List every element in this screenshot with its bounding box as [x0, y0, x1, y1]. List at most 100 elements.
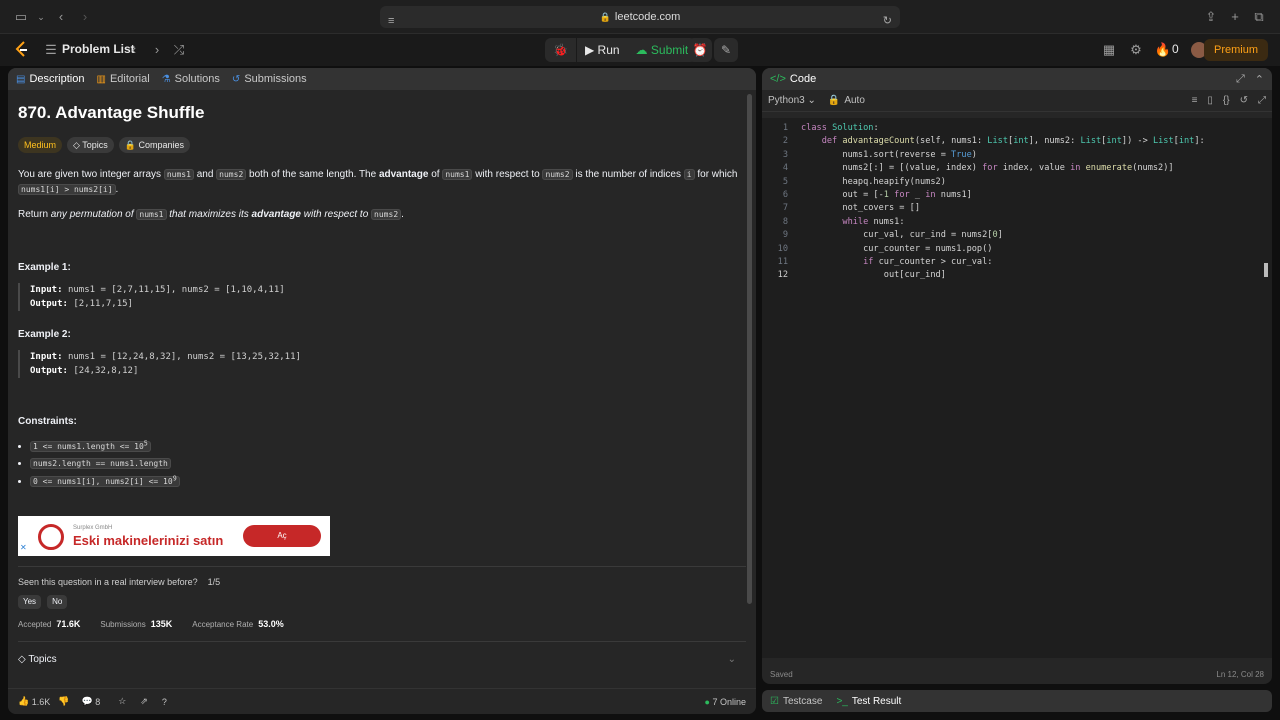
line-number: 6 — [782, 190, 788, 200]
reset-icon[interactable]: ↺ — [1240, 95, 1248, 106]
chevron-down-icon[interactable]: ⌄ — [32, 8, 50, 26]
ad-title: Eski makinelerinizi satın — [73, 533, 224, 549]
test-tabs: ☑ Testcase >_ Test Result — [762, 690, 1272, 712]
editor-scrollbar[interactable] — [1264, 263, 1268, 277]
bookmark-icon[interactable]: ▯ — [1207, 95, 1213, 106]
next-problem-icon[interactable]: › — [148, 41, 166, 59]
shuffle-icon[interactable]: ⤮ — [170, 41, 188, 59]
leetcode-logo-icon[interactable] — [14, 41, 30, 59]
tag-icon: ◇ — [18, 654, 26, 666]
line-number: 10 — [777, 243, 788, 254]
language-select[interactable]: Python3 ⌄ — [768, 95, 816, 106]
no-button[interactable]: No — [47, 595, 68, 610]
streak-count: 0 — [1172, 42, 1179, 56]
line-number: 5 — [782, 176, 788, 187]
problem-title: 870. Advantage Shuffle — [18, 103, 205, 122]
list-item: 1 <= nums1.length <= 105 — [30, 439, 746, 452]
timer-icon[interactable]: ⏰ — [688, 38, 712, 62]
gear-icon[interactable]: ⚙ — [1127, 41, 1145, 59]
yes-button[interactable]: Yes — [18, 595, 42, 610]
code-text: not_covers = [] — [801, 203, 920, 214]
topics-tag[interactable]: ◇ Topics — [67, 137, 114, 153]
code-text: heapq.heapify(nums2) — [801, 176, 946, 187]
collapse-icon[interactable]: ⌃ — [1255, 73, 1264, 86]
like-icon[interactable]: 👍 — [18, 696, 29, 707]
problem-list-link[interactable]: Problem List — [62, 42, 135, 56]
list-icon[interactable]: ☰ — [42, 41, 60, 59]
line-number: 11 — [777, 257, 788, 267]
code-line[interactable]: 6 out = [-1 for _ in nums1] — [762, 189, 972, 202]
comment-icon[interactable]: 💬 — [81, 696, 92, 707]
ad-close-icon[interactable]: ✕ — [20, 543, 27, 552]
back-icon[interactable]: ‹ — [52, 8, 70, 26]
tab-solutions[interactable]: ⚗ Solutions — [162, 73, 220, 85]
reload-icon[interactable]: ↻ — [883, 10, 892, 32]
code-text: out = [-1 for _ in nums1] — [801, 190, 972, 200]
tabs-overview-icon[interactable]: ⧉ — [1250, 8, 1268, 26]
code-text: if cur_counter > cur_val: — [863, 257, 993, 267]
tab-code[interactable]: Code — [790, 73, 816, 85]
share-icon[interactable]: ⇗ — [140, 696, 148, 707]
code-line[interactable]: 12 out[cur_ind] — [762, 269, 946, 282]
advertisement[interactable]: Surplex GmbH Eski makinelerinizi satın A… — [18, 516, 330, 557]
code-line[interactable]: 1 class Solution: — [762, 122, 879, 135]
dislike-icon[interactable]: 👎 — [58, 696, 69, 707]
maximize-icon[interactable]: ⤢ — [1236, 73, 1245, 86]
code-line[interactable]: 7 not_covers = [] — [762, 202, 920, 215]
tab-testcase[interactable]: Testcase — [783, 696, 822, 707]
tab-submissions[interactable]: ↺ Submissions — [232, 73, 307, 85]
share-icon[interactable]: ⇪ — [1202, 8, 1220, 26]
companies-tag[interactable]: 🔒 Companies — [118, 137, 191, 153]
star-icon[interactable]: ☆ — [118, 696, 126, 707]
line-number: 2 — [782, 136, 788, 147]
top-nav: ☰ Problem List ‹ › ⤮ 🐞 ▶ Run ☁ Submit ⏰ … — [0, 34, 1280, 66]
format-icon[interactable]: ≡ — [1192, 95, 1198, 106]
code-editor[interactable]: 1 class Solution: 2 def advantageCount(sel… — [762, 118, 1272, 658]
topics-accordion[interactable]: ◇ Topics ⌄ — [18, 641, 746, 665]
line-number: 7 — [782, 203, 788, 214]
run-button[interactable]: ▶ Run — [577, 38, 628, 62]
list-item: 0 <= nums1[i], nums2[i] <= 109 — [30, 475, 746, 488]
line-number: 8 — [782, 216, 788, 227]
code-line[interactable]: 2 def advantageCount(self, nums1: List[i… — [762, 135, 1205, 148]
tab-test-result[interactable]: Test Result — [852, 696, 901, 707]
braces-icon[interactable]: {} — [1223, 95, 1230, 106]
notes-icon[interactable]: ✎ — [714, 38, 738, 62]
code-line[interactable]: 5 heapq.heapify(nums2) — [762, 176, 946, 189]
prev-problem-icon[interactable]: ‹ — [125, 41, 143, 59]
code-text: class Solution: — [801, 123, 879, 133]
ad-button[interactable]: Aç — [243, 525, 321, 548]
forward-icon[interactable]: › — [76, 8, 94, 26]
code-line[interactable]: 10 cur_counter = nums1.pop() — [762, 243, 993, 256]
code-line[interactable]: 8 while nums1: — [762, 216, 905, 229]
code-line[interactable]: 4 nums2[:] = [(value, index) for index, … — [762, 162, 1174, 175]
cloud-upload-icon: ☁ — [635, 43, 648, 57]
new-tab-icon[interactable]: + — [1226, 8, 1244, 26]
premium-button[interactable]: Premium — [1203, 39, 1268, 61]
sidebar-toggle-icon[interactable]: ▭ — [12, 8, 30, 26]
code-line[interactable]: 9 cur_val, cur_ind = nums2[0] — [762, 229, 1003, 242]
problem-statement: You are given two integer arrays nums1 a… — [18, 169, 738, 195]
url-text: leetcode.com — [614, 11, 681, 23]
code-line[interactable]: 3 nums1.sort(reverse = True) — [762, 149, 977, 162]
code-text: cur_counter = nums1.pop() — [801, 243, 993, 254]
help-icon[interactable]: ? — [162, 697, 167, 707]
fullscreen-icon[interactable]: ⤢ — [1258, 95, 1266, 106]
auto-mode[interactable]: Auto — [844, 95, 865, 106]
address-bar[interactable]: ≡ 🔒 leetcode.com ↻ — [380, 6, 900, 28]
line-number: 3 — [782, 149, 788, 160]
code-header: </> Code ⤢ ⌃ — [762, 68, 1272, 90]
online-count: ● 7 Online — [704, 696, 746, 707]
divider — [18, 566, 746, 568]
lock-icon: 🔒 — [599, 12, 611, 22]
reader-icon[interactable]: ≡ — [388, 10, 394, 32]
scrollbar[interactable] — [747, 94, 752, 604]
like-count: 1.6K — [31, 696, 51, 707]
debug-icon[interactable]: 🐞 — [545, 38, 577, 62]
layout-icon[interactable]: ▦ — [1100, 41, 1118, 59]
submit-button[interactable]: ☁ Submit — [628, 38, 697, 62]
code-line[interactable]: 11 if cur_counter > cur_val: — [762, 256, 993, 269]
terminal-icon: >_ — [836, 695, 848, 707]
tab-editorial[interactable]: ▥ Editorial — [96, 73, 149, 85]
tab-description[interactable]: ▤ Description — [16, 73, 84, 85]
